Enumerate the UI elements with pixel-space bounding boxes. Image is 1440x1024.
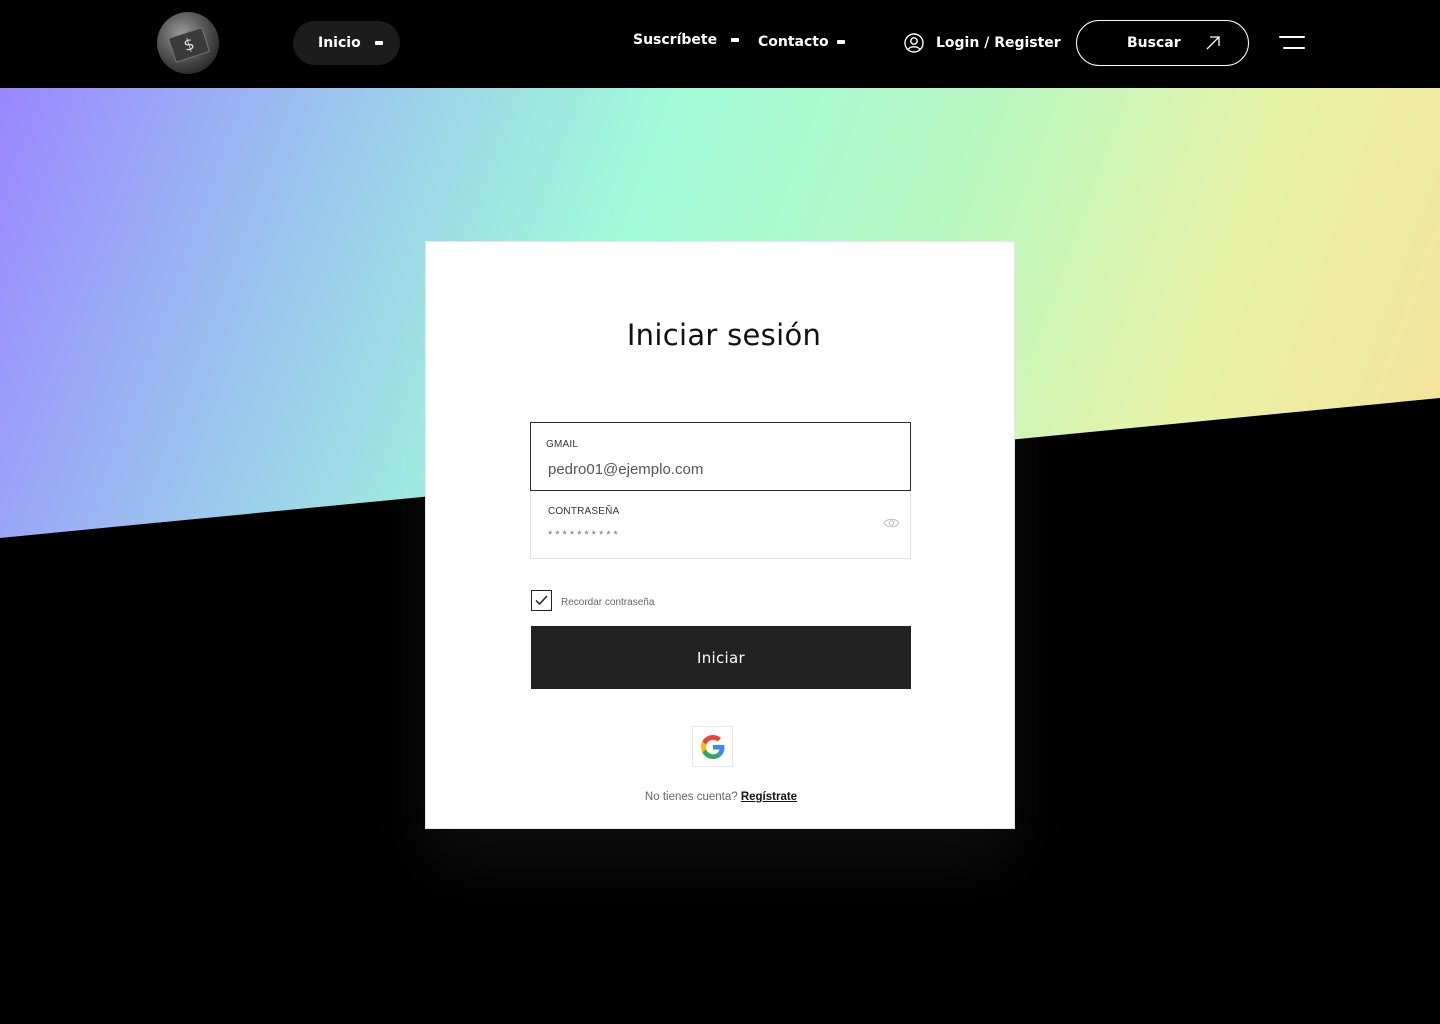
password-input[interactable]: ********** <box>548 529 848 541</box>
search-button[interactable]: Buscar <box>1076 20 1249 66</box>
menu-icon[interactable] <box>1279 36 1305 50</box>
nav-label-suscribete: Suscríbete <box>633 32 718 48</box>
remember-password[interactable]: Recordar contraseña <box>531 590 654 611</box>
dash-icon <box>374 41 383 45</box>
remember-label: Recordar contraseña <box>561 597 655 608</box>
site-header: Inicio Suscríbete Contacto Login / Regis… <box>0 0 1440 88</box>
email-field[interactable]: GMAIL <box>530 422 911 491</box>
password-field[interactable]: CONTRASEÑA ********** <box>530 491 911 559</box>
dash-icon <box>731 38 740 42</box>
eye-icon[interactable] <box>883 517 900 529</box>
nav-item-contacto[interactable]: Contacto <box>758 34 845 50</box>
page-title: Iniciar sesión <box>626 318 822 352</box>
remember-checkbox[interactable] <box>531 590 552 611</box>
signup-prompt-text: No tienes cuenta? <box>644 791 738 803</box>
menu-line <box>1283 47 1305 49</box>
login-card: Iniciar sesión GMAIL CONTRASEÑA ********… <box>425 241 1015 829</box>
email-input[interactable] <box>548 461 848 478</box>
arrow-up-right-icon <box>1206 36 1220 50</box>
password-label: CONTRASEÑA <box>548 506 620 517</box>
search-label: Buscar <box>1127 35 1181 51</box>
email-label: GMAIL <box>546 439 579 450</box>
google-signin-button[interactable] <box>692 726 733 767</box>
signup-prompt: No tienes cuenta? Regístrate <box>426 791 1014 803</box>
submit-button[interactable]: Iniciar <box>531 626 911 689</box>
user-icon <box>904 33 924 53</box>
login-register-link[interactable]: Login / Register <box>904 33 1061 53</box>
logo-book-image <box>167 27 211 63</box>
nav-label-inicio: Inicio <box>318 35 361 51</box>
logo[interactable] <box>157 12 219 74</box>
check-icon <box>535 595 548 606</box>
nav-item-inicio[interactable]: Inicio <box>293 21 400 65</box>
dash-icon <box>836 40 845 44</box>
nav-label-contacto: Contacto <box>758 34 829 50</box>
google-icon <box>700 734 724 759</box>
menu-line <box>1279 36 1305 38</box>
signup-link[interactable]: Regístrate <box>741 791 797 803</box>
login-register-label: Login / Register <box>936 35 1061 51</box>
nav-item-suscribete[interactable]: Suscríbete <box>633 32 740 48</box>
